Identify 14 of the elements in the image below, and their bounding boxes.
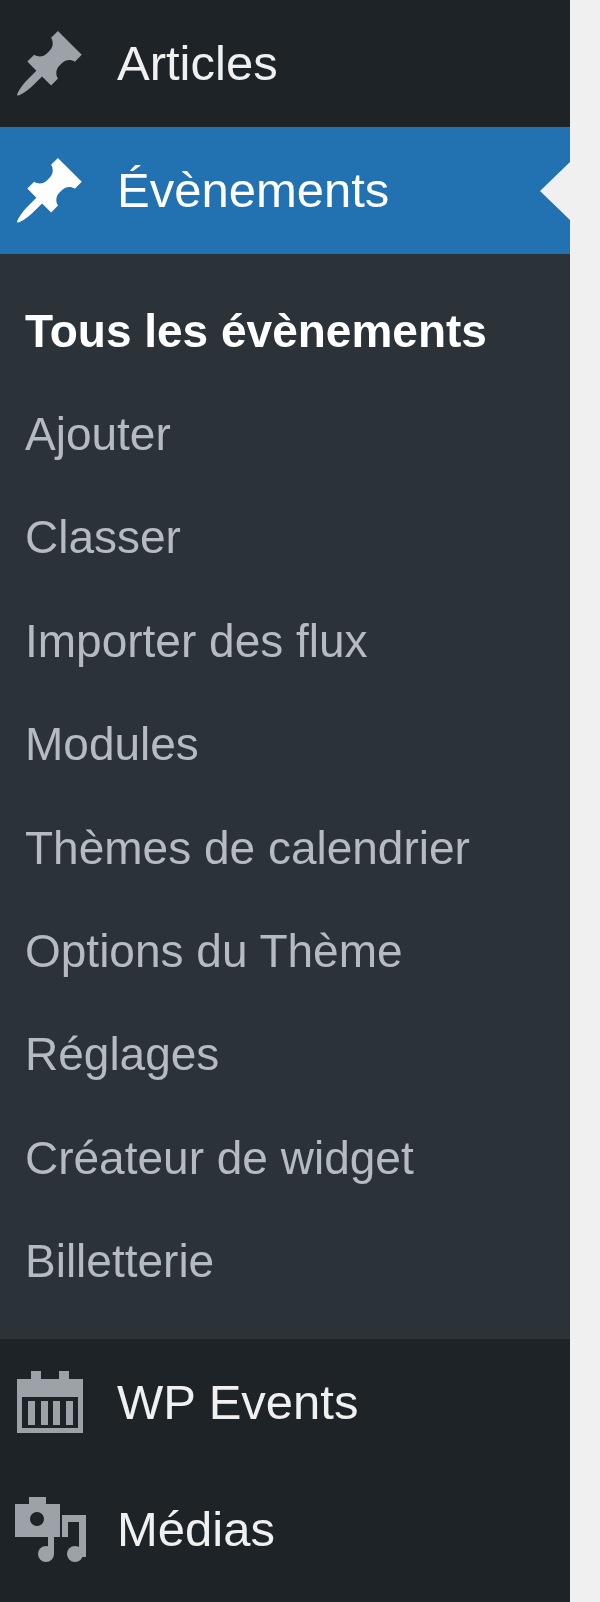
submenu-link[interactable]: Billetterie — [25, 1238, 215, 1285]
pushpin-icon — [17, 157, 83, 224]
submenu-link[interactable]: Options du Thème — [25, 928, 403, 975]
submenu-link[interactable]: Thèmes de calendrier — [25, 824, 470, 871]
pushpin-icon — [17, 30, 83, 97]
submenu-link[interactable]: Modules — [25, 721, 199, 768]
calendar-icon — [17, 1371, 83, 1434]
menu-item[interactable]: Évènements — [0, 127, 570, 254]
camera-note-icon — [14, 1496, 86, 1562]
submenu-link[interactable]: Classer — [25, 514, 181, 561]
pointer-triangle-icon — [540, 162, 570, 220]
submenu-link[interactable]: Réglages — [25, 1031, 220, 1078]
submenu-link[interactable]: Ajouter — [25, 411, 171, 458]
submenu-link[interactable]: Tous les évènements — [25, 307, 487, 354]
